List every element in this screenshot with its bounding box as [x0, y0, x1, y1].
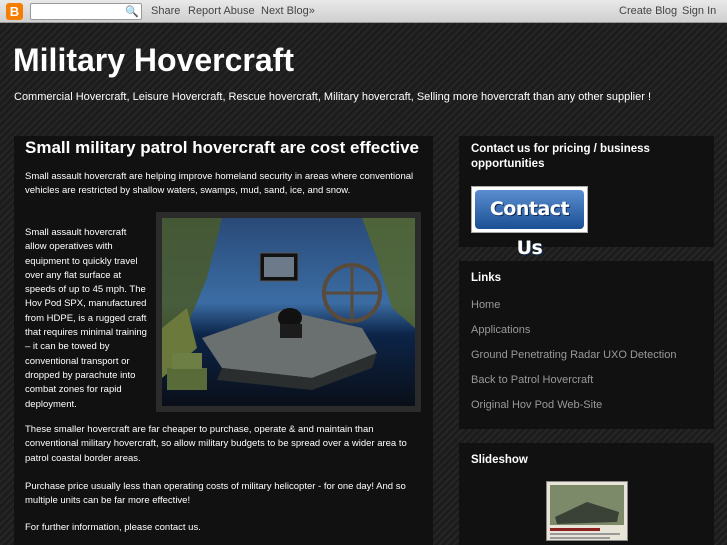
post-intro: Small assault hovercraft are helping imp…	[25, 171, 414, 197]
sign-in-link[interactable]: Sign In	[682, 5, 716, 17]
post-body-left: Small assault hovercraft allow operative…	[25, 227, 147, 410]
contact-widget-title: Contact us for pricing / business opport…	[471, 143, 650, 170]
hovercraft-photo[interactable]	[156, 212, 421, 412]
blog-post: Small military patrol hovercraft are cos…	[14, 136, 433, 545]
hovercraft-image	[162, 218, 415, 406]
blogger-navbar: B 🔍 Share Report Abuse Next Blog» Create…	[0, 0, 727, 23]
post-title[interactable]: Small military patrol hovercraft are cos…	[25, 138, 419, 158]
post-paragraph-2: These smaller hovercraft are far cheaper…	[25, 424, 407, 464]
create-blog-link[interactable]: Create Blog	[619, 5, 677, 17]
sidebar-link-ground-radar[interactable]: Ground Penetrating Radar UXO Detection	[471, 349, 676, 361]
contact-us-button-label: Contact Us	[475, 190, 584, 259]
blogger-logo-icon[interactable]: B	[6, 3, 23, 20]
search-icon[interactable]: 🔍	[125, 5, 139, 18]
share-link[interactable]: Share	[151, 5, 180, 17]
search-input[interactable]: 🔍	[30, 3, 142, 20]
contact-us-button[interactable]: Contact Us	[471, 186, 588, 259]
hovercraft-illustration	[162, 218, 415, 390]
links-widget: Links Home Applications Ground Penetrati…	[459, 261, 714, 429]
post-paragraph-4: For further information, please contact …	[25, 522, 201, 533]
blog-description: Commercial Hovercraft, Leisure Hovercraf…	[14, 91, 652, 103]
slideshow-widget-title: Slideshow	[471, 454, 528, 466]
report-abuse-link[interactable]: Report Abuse	[188, 5, 255, 17]
sidebar-link-home[interactable]: Home	[471, 299, 500, 311]
sidebar-link-original-hov-pod[interactable]: Original Hov Pod Web-Site	[471, 399, 602, 411]
sidebar-link-applications[interactable]: Applications	[471, 324, 530, 336]
post-paragraph-3: Purchase price usually less than operati…	[25, 481, 406, 507]
sidebar-link-patrol-hovercraft[interactable]: Back to Patrol Hovercraft	[471, 374, 593, 386]
slideshow-thumbnail	[547, 482, 627, 540]
contact-widget: Contact us for pricing / business opport…	[459, 136, 714, 259]
blog-title[interactable]: Military Hovercraft	[13, 42, 294, 79]
slideshow-image[interactable]	[546, 481, 628, 541]
links-widget-title: Links	[471, 272, 502, 284]
next-blog-link[interactable]: Next Blog»	[261, 5, 315, 17]
